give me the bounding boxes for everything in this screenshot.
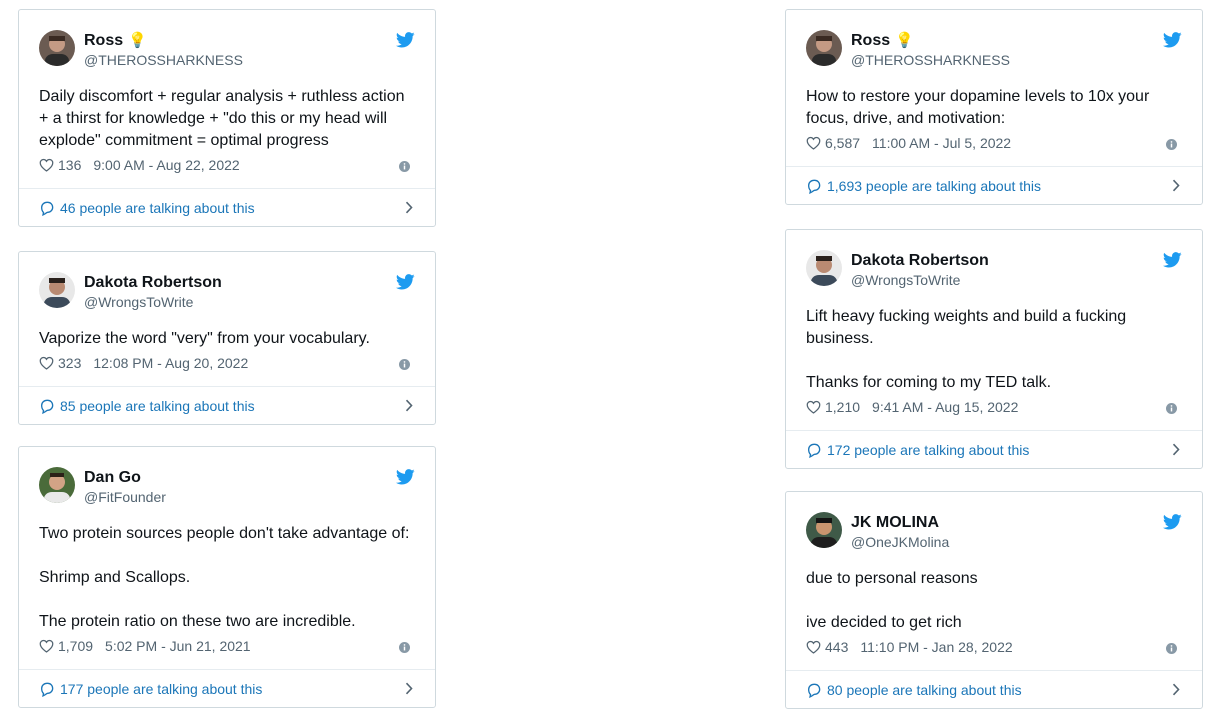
author-name[interactable]: Dan Go [84, 468, 141, 488]
tweet-text: Two protein sources people don't take ad… [39, 525, 410, 630]
twitter-bird-icon[interactable] [395, 274, 415, 295]
conversation-link[interactable]: 1,693 people are talking about this [786, 166, 1202, 204]
tweet-card[interactable]: JK MOLINA @OneJKMolina due to personal r… [785, 491, 1203, 709]
speech-bubble-icon [806, 442, 822, 458]
avatar[interactable] [806, 512, 842, 548]
twitter-bird-icon[interactable] [395, 469, 415, 490]
heart-icon[interactable] [39, 356, 54, 370]
timestamp[interactable]: 9:00 AM - Aug 22, 2022 [93, 157, 239, 173]
lightbulb-icon: 💡 [128, 32, 147, 49]
author-handle[interactable]: @WrongsToWrite [851, 271, 989, 289]
like-count[interactable]: 323 [58, 355, 81, 371]
timestamp[interactable]: 12:08 PM - Aug 20, 2022 [93, 355, 248, 371]
like-count[interactable]: 1,210 [825, 399, 860, 415]
like-count[interactable]: 443 [825, 639, 848, 655]
avatar[interactable] [39, 272, 75, 308]
heart-icon[interactable] [806, 640, 821, 654]
author-name[interactable]: Dakota Robertson [851, 251, 989, 271]
tweet-card[interactable]: Dakota Robertson @WrongsToWrite Lift hea… [785, 229, 1203, 469]
twitter-bird-icon[interactable] [1162, 514, 1182, 535]
conversation-link[interactable]: 46 people are talking about this [19, 188, 435, 226]
info-icon[interactable] [399, 159, 410, 175]
chevron-right-icon[interactable] [1172, 179, 1180, 195]
tweet-card[interactable]: Dakota Robertson @WrongsToWrite Vaporize… [18, 251, 436, 425]
tweet-text: Daily discomfort + regular analysis + ru… [39, 88, 405, 149]
chevron-right-icon[interactable] [405, 201, 413, 217]
conversation-link[interactable]: 80 people are talking about this [786, 670, 1202, 708]
author-handle[interactable]: @THEROSSHARKNESS [84, 51, 243, 69]
author-name[interactable]: Ross [84, 31, 123, 51]
avatar[interactable] [39, 467, 75, 503]
talking-count[interactable]: 46 people are talking about this [60, 200, 255, 216]
author-handle[interactable]: @WrongsToWrite [84, 293, 222, 311]
heart-icon[interactable] [39, 158, 54, 172]
avatar[interactable] [806, 250, 842, 286]
conversation-link[interactable]: 177 people are talking about this [19, 669, 435, 707]
lightbulb-icon: 💡 [895, 32, 914, 49]
heart-icon[interactable] [39, 639, 54, 653]
heart-icon[interactable] [806, 400, 821, 414]
info-icon[interactable] [1166, 641, 1177, 657]
twitter-bird-icon[interactable] [1162, 32, 1182, 53]
talking-count[interactable]: 1,693 people are talking about this [827, 178, 1041, 194]
avatar[interactable] [806, 30, 842, 66]
twitter-bird-icon[interactable] [395, 32, 415, 53]
chevron-right-icon[interactable] [1172, 443, 1180, 459]
tweet-card[interactable]: Dan Go @FitFounder Two protein sources p… [18, 446, 436, 708]
speech-bubble-icon [806, 178, 822, 194]
timestamp[interactable]: 9:41 AM - Aug 15, 2022 [872, 399, 1018, 415]
speech-bubble-icon [39, 200, 55, 216]
author-handle[interactable]: @THEROSSHARKNESS [851, 51, 1010, 69]
info-icon[interactable] [399, 357, 410, 373]
like-count[interactable]: 136 [58, 157, 81, 173]
speech-bubble-icon [806, 682, 822, 698]
conversation-link[interactable]: 172 people are talking about this [786, 430, 1202, 468]
tweet-text: Vaporize the word "very" from your vocab… [39, 330, 370, 347]
talking-count[interactable]: 80 people are talking about this [827, 682, 1022, 698]
timestamp[interactable]: 11:00 AM - Jul 5, 2022 [872, 135, 1011, 151]
conversation-link[interactable]: 85 people are talking about this [19, 386, 435, 424]
timestamp[interactable]: 11:10 PM - Jan 28, 2022 [860, 639, 1012, 655]
tweet-card[interactable]: Ross 💡 @THEROSSHARKNESS How to restore y… [785, 9, 1203, 205]
avatar[interactable] [39, 30, 75, 66]
talking-count[interactable]: 85 people are talking about this [60, 398, 255, 414]
talking-count[interactable]: 172 people are talking about this [827, 442, 1029, 458]
tweet-text: How to restore your dopamine levels to 1… [806, 88, 1150, 127]
info-icon[interactable] [1166, 137, 1177, 153]
timestamp[interactable]: 5:02 PM - Jun 21, 2021 [105, 638, 251, 654]
author-name[interactable]: JK MOLINA [851, 513, 939, 533]
tweet-card[interactable]: Ross 💡 @THEROSSHARKNESS Daily discomfort… [18, 9, 436, 227]
author-name[interactable]: Dakota Robertson [84, 273, 222, 293]
like-count[interactable]: 6,587 [825, 135, 860, 151]
twitter-bird-icon[interactable] [1162, 252, 1182, 273]
heart-icon[interactable] [806, 136, 821, 150]
author-handle[interactable]: @FitFounder [84, 488, 166, 506]
chevron-right-icon[interactable] [1172, 683, 1180, 699]
author-name[interactable]: Ross [851, 31, 890, 51]
talking-count[interactable]: 177 people are talking about this [60, 681, 262, 697]
info-icon[interactable] [399, 640, 410, 656]
author-handle[interactable]: @OneJKMolina [851, 533, 949, 551]
chevron-right-icon[interactable] [405, 682, 413, 698]
speech-bubble-icon [39, 681, 55, 697]
tweet-text: due to personal reasons ive decided to g… [806, 570, 978, 631]
like-count[interactable]: 1,709 [58, 638, 93, 654]
chevron-right-icon[interactable] [405, 399, 413, 415]
info-icon[interactable] [1166, 401, 1177, 417]
speech-bubble-icon [39, 398, 55, 414]
tweet-text: Lift heavy fucking weights and build a f… [806, 308, 1127, 391]
